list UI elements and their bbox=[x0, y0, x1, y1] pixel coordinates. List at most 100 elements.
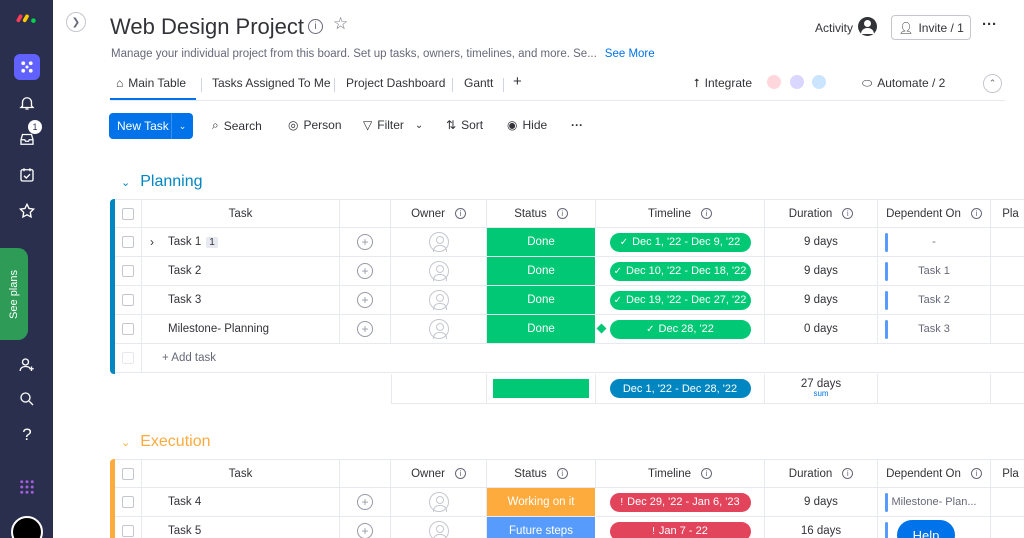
row-checkbox[interactable] bbox=[122, 265, 134, 277]
my-work-icon[interactable] bbox=[14, 162, 40, 188]
execution-row-cb[interactable] bbox=[115, 488, 142, 517]
group-execution-title[interactable]: Execution bbox=[140, 433, 210, 451]
monday-logo-icon[interactable] bbox=[14, 4, 40, 30]
planning-row-status[interactable]: Done bbox=[487, 315, 596, 344]
column-header-plan[interactable]: Pla bbox=[991, 459, 1024, 488]
planning-row-upd[interactable]: + bbox=[340, 257, 391, 286]
planning-row-owner[interactable] bbox=[391, 286, 487, 315]
timeline-pill[interactable]: ! Jan 7 - 22 bbox=[609, 521, 751, 538]
status-label[interactable]: Done bbox=[527, 294, 555, 306]
more-options-icon[interactable]: ··· bbox=[982, 16, 997, 33]
planning-row-task[interactable]: › Task 1 1 bbox=[142, 228, 340, 257]
select-all-checkbox[interactable] bbox=[122, 207, 134, 220]
add-update-icon[interactable]: + bbox=[357, 234, 373, 250]
board-title[interactable]: Web Design Project bbox=[110, 14, 304, 40]
column-info-icon[interactable]: i bbox=[701, 208, 713, 219]
planning-row-task[interactable]: Milestone- Planning bbox=[142, 315, 340, 344]
sort-button[interactable]: ⇅ Sort bbox=[446, 118, 483, 132]
group-planning-title[interactable]: Planning bbox=[140, 173, 202, 191]
expand-subitems-chevron-icon[interactable]: › bbox=[150, 235, 168, 249]
timeline-pill[interactable]: ✓ Dec 28, '22 bbox=[609, 319, 751, 339]
status-label[interactable]: Working on it bbox=[508, 496, 575, 508]
execution-row-dep[interactable]: Milestone- Plan... bbox=[878, 488, 991, 517]
row-checkbox[interactable] bbox=[122, 294, 134, 306]
subitems-count-badge[interactable]: 1 bbox=[206, 236, 218, 248]
see-more-link[interactable]: See More bbox=[605, 48, 655, 60]
collapse-sidebar-button[interactable]: ❯ bbox=[66, 12, 86, 32]
planning-row-cb[interactable] bbox=[115, 257, 142, 286]
board-info-icon[interactable]: i bbox=[308, 19, 323, 34]
execution-row-upd[interactable]: + bbox=[340, 517, 391, 538]
task-name[interactable]: Task 1 bbox=[168, 236, 201, 248]
add-update-icon[interactable]: + bbox=[357, 321, 373, 337]
execution-row-status[interactable]: Future steps bbox=[487, 517, 596, 538]
execution-row-task[interactable]: Task 5 bbox=[142, 517, 340, 538]
row-checkbox[interactable] bbox=[122, 525, 134, 537]
apps-grid-icon[interactable] bbox=[14, 474, 40, 500]
planning-row-cb[interactable] bbox=[115, 286, 142, 315]
execution-row-plan[interactable] bbox=[991, 517, 1024, 538]
planning-row-owner[interactable] bbox=[391, 228, 487, 257]
automate-button[interactable]: ⬭ Automate / 2 bbox=[862, 76, 945, 91]
execution-row-dep[interactable] bbox=[878, 517, 991, 538]
favorite-star-icon[interactable]: ☆ bbox=[333, 14, 348, 34]
planning-row-timeline[interactable]: ✓ Dec 1, '22 - Dec 9, '22 bbox=[596, 228, 765, 257]
status-label[interactable]: Done bbox=[527, 236, 555, 248]
execution-row-plan[interactable] bbox=[991, 488, 1024, 517]
planning-row-owner[interactable] bbox=[391, 257, 487, 286]
planning-row-dep[interactable]: - bbox=[878, 228, 991, 257]
column-info-icon[interactable]: i bbox=[970, 468, 982, 479]
tab-project-dashboard[interactable]: Project Dashboard bbox=[346, 76, 445, 90]
row-checkbox[interactable] bbox=[122, 236, 134, 248]
planning-row-plan[interactable] bbox=[991, 228, 1024, 257]
column-header-dep[interactable]: Dependent On i bbox=[878, 199, 991, 228]
column-info-icon[interactable]: i bbox=[842, 208, 854, 219]
favorites-star-icon[interactable] bbox=[14, 198, 40, 224]
planning-row-dep[interactable]: Task 1 bbox=[878, 257, 991, 286]
task-name[interactable]: Task 2 bbox=[168, 265, 201, 277]
planning-row-status[interactable]: Done bbox=[487, 286, 596, 315]
dependency-value[interactable]: Task 2 bbox=[918, 294, 950, 306]
execution-row-owner[interactable] bbox=[391, 488, 487, 517]
column-header-owner[interactable]: Owner i bbox=[391, 459, 487, 488]
planning-row-upd[interactable]: + bbox=[340, 315, 391, 344]
add-update-icon[interactable]: + bbox=[357, 263, 373, 279]
status-label[interactable]: Done bbox=[527, 323, 555, 335]
owner-avatar-icon[interactable] bbox=[428, 492, 449, 512]
planning-row-upd[interactable]: + bbox=[340, 228, 391, 257]
person-filter-button[interactable]: ◎ Person bbox=[288, 118, 342, 132]
planning-row-status[interactable]: Done bbox=[487, 257, 596, 286]
planning-row-duration[interactable]: 9 days bbox=[765, 286, 878, 315]
filter-button[interactable]: ▽ Filter ⌄ bbox=[363, 118, 423, 132]
user-avatar[interactable] bbox=[11, 516, 43, 538]
timeline-pill[interactable]: ✓ Dec 19, '22 - Dec 27, '22 bbox=[609, 290, 751, 310]
add-view-button[interactable]: + bbox=[513, 73, 522, 90]
column-header-timeline[interactable]: Timeline i bbox=[596, 459, 765, 488]
owner-avatar-icon[interactable] bbox=[428, 232, 449, 252]
column-header-upd[interactable] bbox=[340, 199, 391, 228]
chevron-down-icon[interactable]: ⌄ bbox=[171, 113, 193, 139]
hide-button[interactable]: ◉ Hide bbox=[507, 118, 547, 132]
execution-row-timeline[interactable]: ! Jan 7 - 22 bbox=[596, 517, 765, 538]
execution-row-task[interactable]: Task 4 bbox=[142, 488, 340, 517]
group-planning-header[interactable]: ⌄ Planning bbox=[121, 173, 203, 191]
select-all-checkbox[interactable] bbox=[122, 467, 134, 480]
group-execution-header[interactable]: ⌄ Execution bbox=[121, 433, 210, 451]
column-header-task[interactable]: Task bbox=[142, 459, 340, 488]
execution-row-upd[interactable]: + bbox=[340, 488, 391, 517]
owner-avatar-icon[interactable] bbox=[428, 261, 449, 281]
planning-row-duration[interactable]: 9 days bbox=[765, 228, 878, 257]
row-checkbox[interactable] bbox=[122, 323, 134, 335]
planning-row-plan[interactable] bbox=[991, 286, 1024, 315]
column-header-dep[interactable]: Dependent On i bbox=[878, 459, 991, 488]
owner-avatar-icon[interactable] bbox=[428, 521, 449, 538]
timeline-pill[interactable]: ✓ Dec 10, '22 - Dec 18, '22 bbox=[609, 261, 751, 281]
column-header-duration[interactable]: Duration i bbox=[765, 459, 878, 488]
tab-gantt[interactable]: Gantt bbox=[464, 76, 493, 90]
column-info-icon[interactable]: i bbox=[970, 208, 982, 219]
owner-avatar-icon[interactable] bbox=[428, 290, 449, 310]
add-update-icon[interactable]: + bbox=[357, 523, 373, 538]
task-name[interactable]: Task 3 bbox=[168, 294, 201, 306]
status-label[interactable]: Future steps bbox=[509, 525, 573, 537]
column-info-icon[interactable]: i bbox=[556, 468, 568, 479]
